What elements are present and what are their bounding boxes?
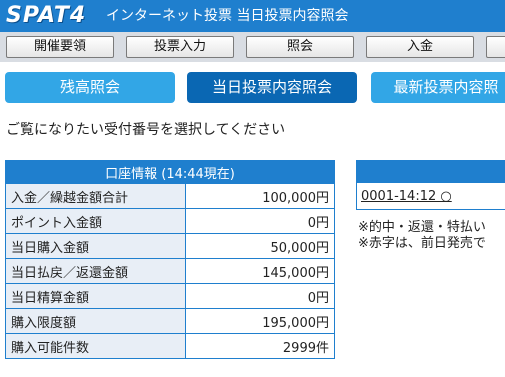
note-text: ※的中・返還・特払い: [358, 220, 486, 235]
table-row: 入金／繰越金額合計 100,000円: [5, 183, 335, 209]
nav-button-more[interactable]: [486, 36, 505, 58]
row-value: 0円: [185, 208, 335, 234]
nav-button-deposit[interactable]: 入金: [366, 36, 474, 58]
today-vote-inquiry-button[interactable]: 当日投票内容照会: [187, 72, 357, 103]
row-label: 入金／繰越金額合計: [5, 183, 186, 209]
table-row: 当日払戻／返還金額 145,000円: [5, 258, 335, 284]
spat4-logo[interactable]: SPAT4: [6, 3, 98, 29]
instruction-text: ご覧になりたい受付番号を選択してください: [6, 122, 286, 138]
row-label: 当日購入金額: [5, 233, 186, 259]
nav-button-inquiry[interactable]: 照会: [246, 36, 354, 58]
row-value: 195,000円: [185, 308, 335, 334]
table-row: 当日精算金額 0円: [5, 283, 335, 309]
row-label: 当日払戻／返還金額: [5, 258, 186, 284]
app-header: SPAT4 インターネット投票 当日投票内容照会: [0, 0, 505, 32]
table-row: 購入可能件数 2999件: [5, 333, 335, 359]
table-row: 当日購入金額 50,000円: [5, 233, 335, 259]
nav-button-event-guide[interactable]: 開催要領: [6, 36, 114, 58]
row-value: 100,000円: [185, 183, 335, 209]
row-value: 2999件: [185, 333, 335, 359]
table-row: 購入限度額 195,000円: [5, 308, 335, 334]
note-text: ※赤字は、前日発売で: [358, 236, 486, 251]
row-value: 0円: [185, 283, 335, 309]
balance-inquiry-button[interactable]: 残高照会: [5, 72, 175, 103]
row-label: ポイント入金額: [5, 208, 186, 234]
row-label: 購入限度額: [5, 308, 186, 334]
account-info-table: 口座情報 (14:44現在) 入金／繰越金額合計 100,000円 ポイント入金…: [5, 160, 335, 359]
row-label: 購入可能件数: [5, 333, 186, 359]
row-label: 当日精算金額: [5, 283, 186, 309]
receipt-number-link[interactable]: 0001-14:12 ○: [361, 188, 452, 206]
nav-button-vote-input[interactable]: 投票入力: [126, 36, 234, 58]
table-row: ポイント入金額 0円: [5, 208, 335, 234]
top-navigation: 開催要領 投票入力 照会 入金: [0, 32, 505, 62]
latest-vote-inquiry-button[interactable]: 最新投票内容照: [371, 72, 505, 103]
account-info-heading: 口座情報 (14:44現在): [5, 160, 335, 184]
row-value: 50,000円: [185, 233, 335, 259]
row-value: 145,000円: [185, 258, 335, 284]
page-title: インターネット投票 当日投票内容照会: [106, 8, 349, 24]
receipt-number-panel: 0001-14:12 ○: [356, 160, 505, 210]
